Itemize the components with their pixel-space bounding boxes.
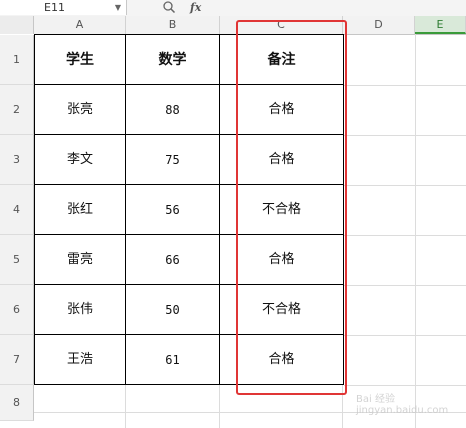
cell-math[interactable]: 66 (126, 235, 220, 285)
cell-student[interactable]: 张红 (35, 185, 126, 235)
cell-math[interactable]: 61 (126, 335, 220, 385)
cell-student[interactable]: 王浩 (35, 335, 126, 385)
row-header-5[interactable]: 5 (0, 235, 34, 285)
select-all-corner[interactable] (0, 16, 34, 34)
column-header-d[interactable]: D (343, 16, 415, 34)
name-box-value: E11 (44, 1, 65, 14)
highlight-box (236, 20, 347, 395)
row-header-2[interactable]: 2 (0, 85, 34, 135)
gridline (344, 135, 466, 136)
cell-math[interactable]: 75 (126, 135, 220, 185)
chevron-down-icon[interactable]: ▼ (115, 0, 121, 15)
cell-student[interactable]: 李文 (35, 135, 126, 185)
gridline (415, 34, 416, 428)
cell-student[interactable]: 张伟 (35, 285, 126, 335)
gridline (344, 235, 466, 236)
cell-math[interactable]: 50 (126, 285, 220, 335)
gridline (125, 385, 126, 428)
cell-math[interactable]: 88 (126, 85, 220, 135)
cell-math[interactable]: 56 (126, 185, 220, 235)
row-header-6[interactable]: 6 (0, 285, 34, 335)
gridline (344, 85, 466, 86)
row-header-7[interactable]: 7 (0, 335, 34, 385)
gridline (344, 385, 466, 386)
row-header-1[interactable]: 1 (0, 35, 34, 85)
cell-header-math[interactable]: 数学 (126, 35, 220, 85)
formula-bar: E11 ▼ fx (0, 0, 466, 17)
gridline (344, 335, 466, 336)
column-header-b[interactable]: B (126, 16, 220, 34)
column-header-e[interactable]: E (415, 16, 466, 34)
watermark: Bai 经验 jingyan.baidu.com (356, 394, 449, 416)
cell-student[interactable]: 雷亮 (35, 235, 126, 285)
row-header-3[interactable]: 3 (0, 135, 34, 185)
name-box[interactable]: E11 ▼ (0, 0, 127, 15)
column-header-a[interactable]: A (34, 16, 126, 34)
row-header-8[interactable]: 8 (0, 385, 34, 421)
gridline (344, 185, 466, 186)
row-header-4[interactable]: 4 (0, 185, 34, 235)
gridline (219, 385, 220, 428)
cell-student[interactable]: 张亮 (35, 85, 126, 135)
gridline (344, 285, 466, 286)
fx-button[interactable]: fx (190, 0, 201, 15)
cell-header-student[interactable]: 学生 (35, 35, 126, 85)
